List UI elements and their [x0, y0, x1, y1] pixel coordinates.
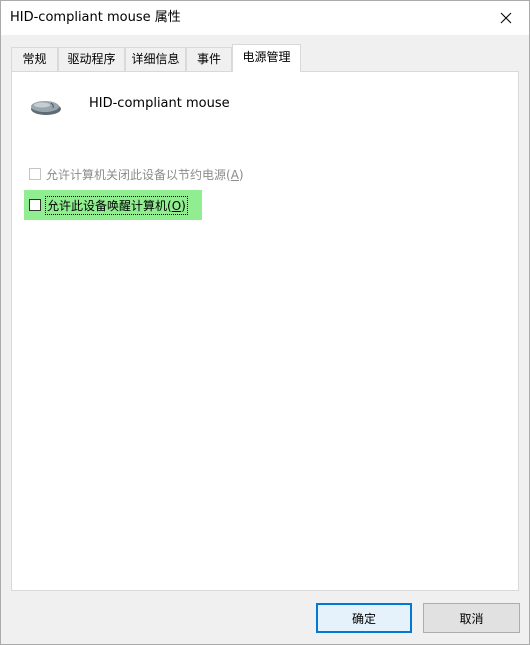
- device-name: HID-compliant mouse: [89, 96, 230, 111]
- tab-power-management[interactable]: 电源管理: [232, 44, 301, 72]
- tab-driver[interactable]: 驱动程序: [58, 47, 125, 71]
- allow-power-off-checkbox[interactable]: 允许计算机关闭此设备以节约电源(A): [29, 165, 244, 183]
- allow-power-off-label: 允许计算机关闭此设备以节约电源(A): [46, 167, 244, 182]
- tab-strip: 常规 驱动程序 详细信息 事件 电源管理: [11, 44, 511, 72]
- tab-general[interactable]: 常规: [11, 47, 58, 71]
- cancel-button[interactable]: 取消: [423, 603, 520, 633]
- allow-wake-label: 允许此设备唤醒计算机(O): [45, 195, 188, 215]
- close-button[interactable]: [483, 1, 529, 35]
- checkbox-box[interactable]: [29, 168, 41, 180]
- title-bar[interactable]: HID-compliant mouse 属性: [1, 1, 529, 35]
- allow-wake-checkbox[interactable]: 允许此设备唤醒计算机(O): [29, 195, 188, 215]
- window-title: HID-compliant mouse 属性: [10, 10, 181, 25]
- close-icon: [500, 12, 512, 24]
- ok-button[interactable]: 确定: [316, 603, 412, 633]
- properties-dialog: HID-compliant mouse 属性 常规 驱动程序 详细信息 事件 电…: [0, 0, 530, 645]
- tab-details[interactable]: 详细信息: [125, 47, 186, 71]
- mouse-icon: [31, 101, 61, 115]
- checkbox-box[interactable]: [29, 199, 41, 211]
- power-management-panel: HID-compliant mouse 允许计算机关闭此设备以节约电源(A) 允…: [11, 71, 519, 591]
- tab-events[interactable]: 事件: [186, 47, 232, 71]
